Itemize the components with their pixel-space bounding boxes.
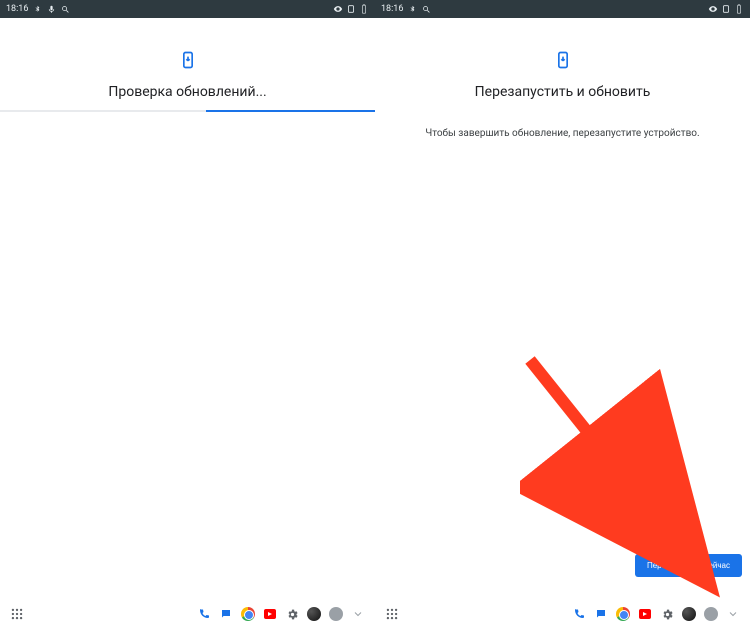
bluetooth-icon xyxy=(32,4,42,14)
page-title: Проверка обновлений... xyxy=(108,84,266,100)
page-title: Перезапустить и обновить xyxy=(475,84,651,100)
rotation-lock-icon xyxy=(346,4,356,14)
status-time: 18:16 xyxy=(381,4,403,14)
system-update-icon xyxy=(553,50,573,70)
bluetooth-icon xyxy=(407,4,417,14)
phone-app-icon[interactable] xyxy=(197,607,211,621)
screen-restart-update: 18:16 xyxy=(375,0,750,625)
more-apps-icon[interactable] xyxy=(351,607,365,621)
app-icon-dark[interactable] xyxy=(307,607,321,621)
rotation-lock-icon xyxy=(721,4,731,14)
screen-check-updates: 18:16 xyxy=(0,0,375,625)
page-subtitle: Чтобы завершить обновление, перезапустит… xyxy=(405,128,719,139)
shelf xyxy=(0,603,375,625)
mic-icon xyxy=(46,4,56,14)
app-icon-grey[interactable] xyxy=(704,607,718,621)
more-apps-icon[interactable] xyxy=(726,607,740,621)
progress-fill xyxy=(206,110,375,112)
content-area: Перезапустить и обновить Чтобы завершить… xyxy=(375,18,750,603)
search-icon xyxy=(60,4,70,14)
shelf xyxy=(375,603,750,625)
progress-bar xyxy=(0,110,375,112)
launcher-icon[interactable] xyxy=(10,607,24,621)
messages-app-icon[interactable] xyxy=(594,607,608,621)
battery-icon xyxy=(359,4,369,14)
status-time: 18:16 xyxy=(6,4,28,14)
visibility-icon xyxy=(708,4,718,14)
chrome-app-icon[interactable] xyxy=(241,607,255,621)
system-update-icon xyxy=(178,50,198,70)
youtube-app-icon[interactable] xyxy=(263,607,277,621)
status-bar: 18:16 xyxy=(375,0,750,18)
chrome-app-icon[interactable] xyxy=(616,607,630,621)
visibility-icon xyxy=(333,4,343,14)
app-icon-dark[interactable] xyxy=(682,607,696,621)
status-bar: 18:16 xyxy=(0,0,375,18)
phone-app-icon[interactable] xyxy=(572,607,586,621)
settings-app-icon[interactable] xyxy=(660,607,674,621)
launcher-icon[interactable] xyxy=(385,607,399,621)
settings-app-icon[interactable] xyxy=(285,607,299,621)
youtube-app-icon[interactable] xyxy=(638,607,652,621)
content-area: Проверка обновлений... xyxy=(0,18,375,603)
app-icon-grey[interactable] xyxy=(329,607,343,621)
search-icon xyxy=(421,4,431,14)
messages-app-icon[interactable] xyxy=(219,607,233,621)
battery-icon xyxy=(734,4,744,14)
restart-now-button[interactable]: Перезапустить сейчас xyxy=(635,554,742,577)
